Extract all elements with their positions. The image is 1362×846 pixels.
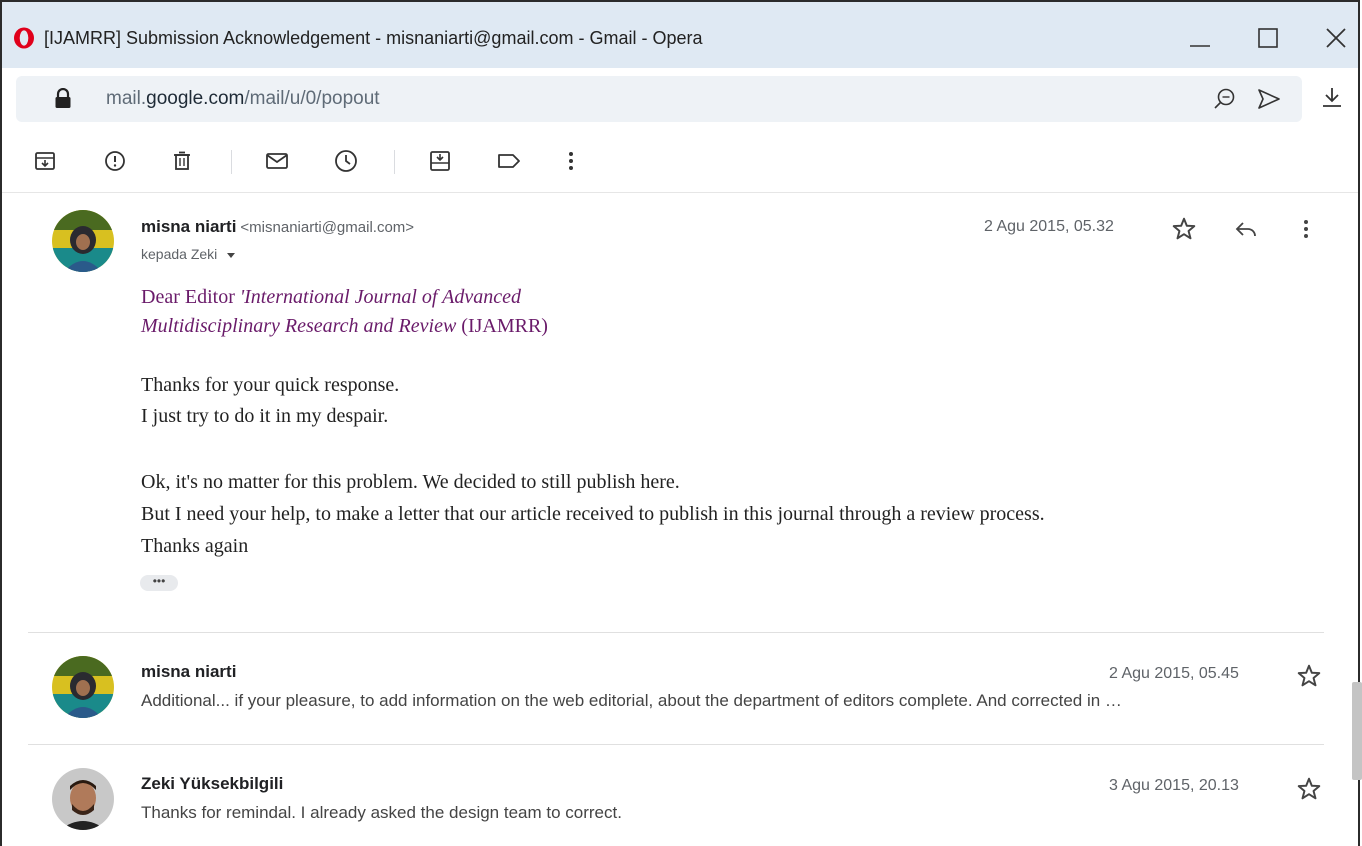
snooze-icon: [335, 150, 357, 172]
message-more-icon[interactable]: [1302, 218, 1310, 240]
url-prefix: mail.: [106, 88, 147, 109]
move-to-button[interactable]: [425, 146, 455, 176]
star-icon[interactable]: [1296, 776, 1322, 802]
browser-window: [IJAMRR] Submission Acknowledgement - mi…: [0, 0, 1362, 846]
send-to-flow-icon[interactable]: [1256, 86, 1282, 112]
journal-name-part-2: Multidisciplinary Research and Review: [141, 315, 457, 337]
toolbar-divider: [231, 150, 232, 174]
snooze-button[interactable]: [331, 146, 361, 176]
report-spam-icon: [105, 151, 125, 171]
sender-photo: [52, 210, 114, 272]
journal-name-part-1: 'International Journal of Advanced: [239, 286, 521, 308]
collapsed-message-snippet[interactable]: Additional... if your pleasure, to add i…: [141, 691, 1316, 711]
dropdown-arrow-icon: [227, 253, 236, 259]
close-window-button[interactable]: [1314, 20, 1358, 56]
url-host: google.com: [146, 88, 245, 109]
label-button[interactable]: [494, 146, 524, 176]
window-title: [IJAMRR] Submission Acknowledgement - mi…: [44, 28, 703, 48]
message-divider: [28, 744, 1324, 745]
minimize-icon: [1190, 45, 1210, 47]
message-divider: [28, 632, 1324, 633]
star-icon[interactable]: [1296, 663, 1322, 689]
journal-abbrev: (IJAMRR): [456, 315, 548, 337]
sender-photo: [52, 768, 114, 830]
collapsed-message-date: 3 Agu 2015, 20.13: [1109, 777, 1239, 794]
collapsed-message-sender[interactable]: Zeki Yüksekbilgili: [141, 774, 283, 794]
message-toolbar: [2, 132, 1358, 193]
body-line: But I need your help, to make a letter t…: [141, 503, 1045, 525]
sender-name-text: misna niarti: [141, 217, 237, 236]
show-trimmed-content-button[interactable]: •••: [140, 575, 178, 591]
toolbar-divider: [394, 150, 395, 174]
title-bar: [IJAMRR] Submission Acknowledgement - mi…: [2, 2, 1358, 68]
body-line: Thanks for your quick response.: [141, 374, 400, 396]
url-path: /mail/u/0/popout: [244, 88, 380, 109]
collapsed-message-snippet[interactable]: Thanks for remindal. I already asked the…: [141, 803, 1241, 823]
recipients-toggle[interactable]: kepada Zeki: [141, 246, 237, 262]
lock-icon: [55, 88, 71, 108]
archive-button[interactable]: [30, 146, 60, 176]
reply-icon[interactable]: [1234, 218, 1258, 240]
delete-icon: [174, 151, 190, 170]
mark-unread-button[interactable]: [262, 146, 292, 176]
close-icon: [1326, 28, 1346, 48]
star-icon[interactable]: [1171, 216, 1197, 242]
greeting-line-2: Multidisciplinary Research and Review (I…: [141, 311, 548, 342]
collapsed-message-sender[interactable]: misna niarti: [141, 662, 236, 682]
maximize-button[interactable]: [1246, 20, 1290, 56]
sender-name: misna niarti <misnaniarti@gmail.com>: [141, 217, 414, 237]
avatar: [52, 210, 114, 272]
search-in-page-icon[interactable]: [1212, 86, 1238, 112]
label-icon: [498, 154, 520, 168]
address-bar[interactable]: mail.google.com/mail/u/0/popout: [16, 76, 1302, 122]
body-line: I just try to do it in my despair.: [141, 405, 389, 427]
report-spam-button[interactable]: [100, 146, 130, 176]
move-to-icon: [430, 151, 450, 171]
sender-email: <misnaniarti@gmail.com>: [240, 219, 415, 236]
sender-photo: [52, 656, 114, 718]
url-text[interactable]: mail.google.com/mail/u/0/popout: [106, 88, 380, 110]
greeting-plain: Dear Editor: [141, 286, 240, 308]
body-line: Ok, it's no matter for this problem. We …: [141, 471, 680, 493]
maximize-icon: [1258, 28, 1278, 48]
greeting-line-1: Dear Editor 'International Journal of Ad…: [141, 282, 521, 313]
avatar: [52, 656, 114, 718]
collapsed-message-date: 2 Agu 2015, 05.45: [1109, 665, 1239, 682]
download-icon[interactable]: [1320, 85, 1344, 109]
delete-button[interactable]: [167, 146, 197, 176]
scrollbar-thumb[interactable]: [1352, 682, 1362, 780]
more-vert-icon: [569, 152, 573, 170]
minimize-button[interactable]: [1178, 20, 1222, 56]
more-options-button[interactable]: [556, 146, 586, 176]
avatar: [52, 768, 114, 830]
mark-unread-icon: [266, 153, 288, 169]
message-date: 2 Agu 2015, 05.32: [984, 218, 1114, 235]
archive-icon: [35, 152, 55, 170]
to-line-text: kepada Zeki: [141, 246, 218, 262]
body-line: Thanks again: [141, 535, 249, 557]
opera-logo-icon: [14, 27, 34, 49]
